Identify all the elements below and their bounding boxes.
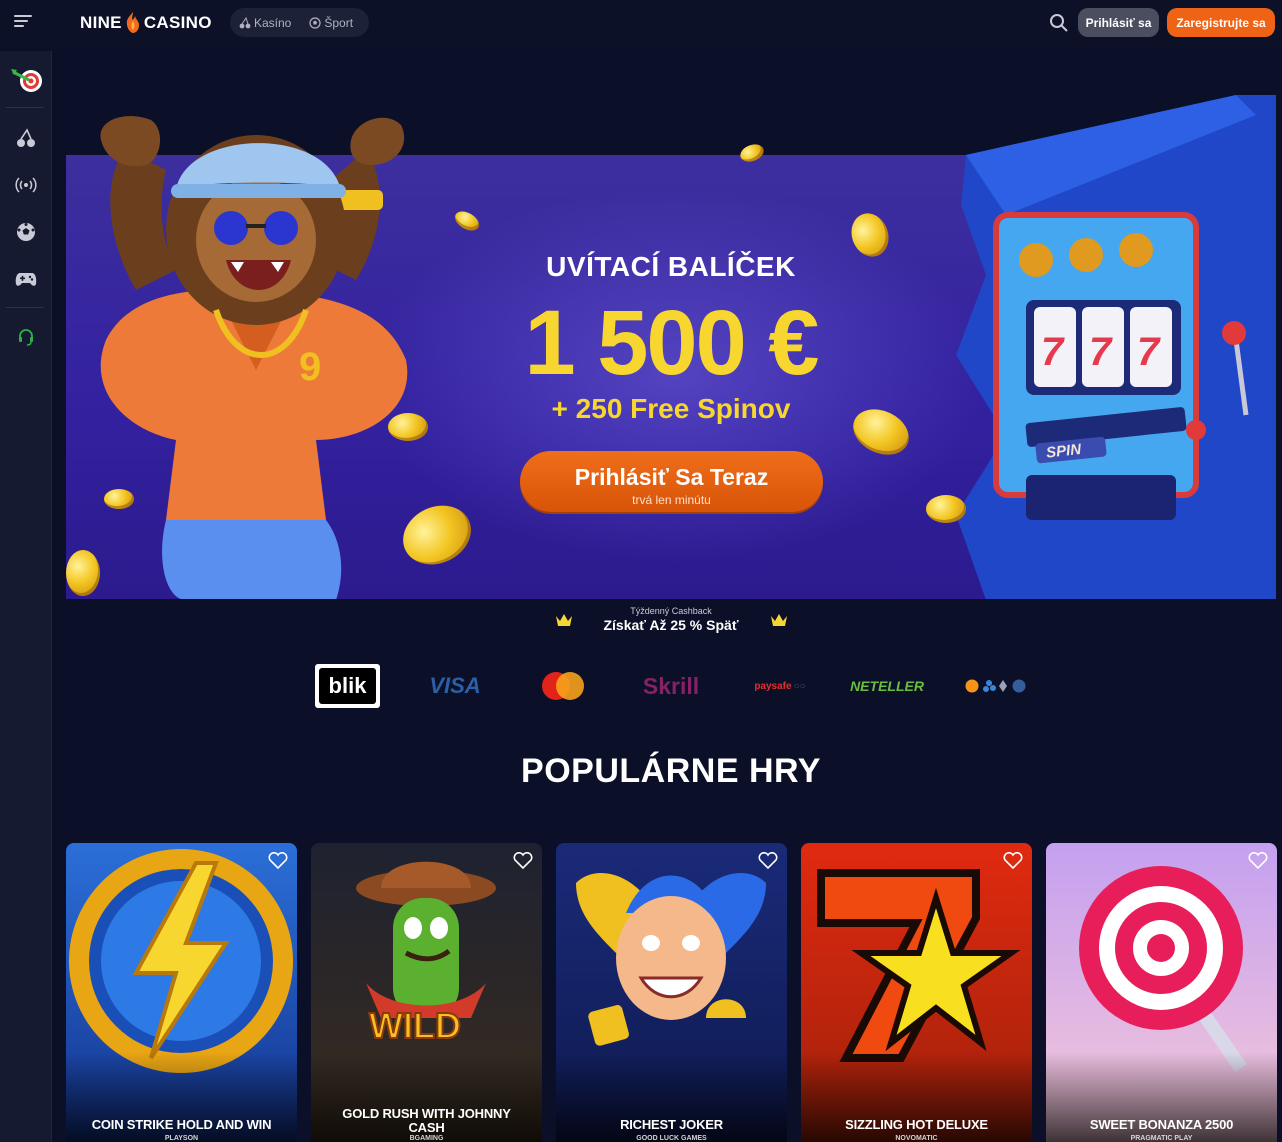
hamburger-menu-icon[interactable] bbox=[14, 15, 32, 29]
soccer-ball-icon bbox=[309, 16, 321, 29]
game-provider: GOOD LUCK GAMES bbox=[636, 1135, 707, 1142]
lion-flame-logo-icon bbox=[126, 12, 139, 33]
welcome-banner[interactable]: 9 7 7 7 SPIN UVÍTACÍ BALÍČEK 1 500 € + 2… bbox=[66, 95, 1276, 600]
free-spins-text: + 250 Free Spinov bbox=[551, 393, 791, 424]
game-title: SWEET BONANZA 2500 bbox=[1089, 1117, 1234, 1132]
sidebar-item-promotions[interactable] bbox=[0, 63, 52, 97]
game-card-coin-strike[interactable]: COIN STRIKE HOLD AND WIN PLAYSON bbox=[66, 843, 297, 1142]
payment-paysafecard-logo: paysafe ○○ bbox=[754, 680, 806, 692]
popular-games-heading: POPULÁRNE HRY bbox=[521, 752, 821, 790]
nav-casino-label: Kasíno bbox=[254, 15, 292, 30]
svg-text:WILD: WILD bbox=[369, 1005, 461, 1046]
nav-casino[interactable]: Kasíno bbox=[239, 16, 291, 30]
cashback-promo[interactable]: Týždenný Cashback Získať Až 25 % Späť bbox=[66, 599, 1276, 639]
main-nav: Kasíno Šport bbox=[230, 8, 369, 37]
logo-text-nine: NINE bbox=[80, 13, 122, 32]
cashback-title: Získať Až 25 % Späť bbox=[603, 617, 739, 633]
game-card-gold-rush[interactable]: WILD GOLD RUSH WITH JOHNNY CASH BGAMING bbox=[311, 843, 542, 1142]
bonus-amount: 1 500 € bbox=[524, 292, 820, 394]
soccer-ball-icon bbox=[17, 223, 35, 241]
payment-mastercard-logo bbox=[540, 664, 586, 708]
nav-sport[interactable]: Šport bbox=[309, 16, 353, 30]
sidebar-item-games[interactable] bbox=[0, 266, 52, 292]
game-provider: PLAYSON bbox=[164, 1135, 199, 1142]
favorite-heart-icon[interactable] bbox=[1003, 852, 1023, 870]
top-header: NINE CASINO Kasíno Šport Prihlásiť sa Za… bbox=[0, 0, 1282, 48]
logo-text-casino: CASINO bbox=[143, 13, 212, 32]
game-art-lollipop bbox=[1079, 866, 1247, 1072]
payment-skrill-logo: Skrill bbox=[642, 672, 700, 699]
cashback-caption: Týždenný Cashback bbox=[630, 606, 712, 616]
live-broadcast-icon bbox=[15, 177, 37, 193]
game-art-cactus-cowboy: WILD bbox=[356, 861, 496, 1047]
sidebar-item-casino[interactable] bbox=[0, 125, 52, 151]
game-provider: BGAMING bbox=[409, 1135, 444, 1142]
banner-cta-label: Prihlásiť Sa Teraz bbox=[574, 463, 769, 490]
payment-neteller-logo: NETELLER bbox=[850, 678, 924, 694]
game-card-sweet-bonanza[interactable]: SWEET BONANZA 2500 PRAGMATIC PLAY bbox=[1046, 843, 1277, 1142]
nav-sport-label: Šport bbox=[324, 15, 354, 30]
game-art-seven-star bbox=[817, 869, 1021, 1062]
dart-target-icon bbox=[11, 69, 42, 92]
login-button[interactable]: Prihlásiť sa bbox=[1078, 8, 1159, 37]
favorite-heart-icon[interactable] bbox=[758, 852, 778, 870]
search-icon[interactable] bbox=[1049, 13, 1069, 33]
cherry-icon bbox=[239, 16, 251, 28]
game-art-joker bbox=[576, 873, 766, 1046]
register-button[interactable]: Zaregistrujte sa bbox=[1167, 8, 1275, 37]
banner-login-button[interactable]: Prihlásiť Sa Teraz trvá len minútu bbox=[520, 451, 823, 512]
favorite-heart-icon[interactable] bbox=[268, 852, 288, 870]
crypto-coins-icon bbox=[965, 679, 1026, 693]
payment-visa-logo: VISA bbox=[429, 673, 481, 698]
game-art-lightning-coin bbox=[69, 849, 293, 1073]
sidebar-item-sport[interactable] bbox=[0, 219, 52, 245]
game-title: COIN STRIKE HOLD AND WIN bbox=[91, 1117, 272, 1132]
game-title: GOLD RUSH WITH JOHNNY CASH bbox=[342, 1106, 511, 1135]
favorite-heart-icon[interactable] bbox=[1248, 852, 1268, 870]
left-sidebar bbox=[0, 51, 52, 1142]
game-title: SIZZLING HOT DELUXE bbox=[845, 1117, 988, 1132]
banner-cta-sublabel: trvá len minútu bbox=[632, 492, 711, 507]
game-title: RICHEST JOKER bbox=[620, 1117, 723, 1132]
payment-crypto-logos bbox=[964, 664, 1028, 708]
cherry-icon bbox=[17, 128, 35, 147]
game-card-sizzling-hot[interactable]: SIZZLING HOT DELUXE NOVOMATIC bbox=[801, 843, 1032, 1142]
site-logo[interactable]: NINE CASINO bbox=[80, 11, 212, 35]
support-headset-icon bbox=[19, 329, 33, 346]
game-provider: NOVOMATIC bbox=[895, 1135, 938, 1142]
banner-subtitle: UVÍTACÍ BALÍČEK bbox=[546, 251, 796, 282]
crown-icon bbox=[771, 614, 787, 626]
sidebar-item-support[interactable] bbox=[0, 324, 52, 350]
game-provider: PRAGMATIC PLAY bbox=[1130, 1135, 1193, 1142]
favorite-heart-icon[interactable] bbox=[513, 852, 533, 870]
payment-blik-logo: blik bbox=[315, 664, 380, 708]
gamepad-icon bbox=[15, 273, 37, 286]
game-card-richest-joker[interactable]: RICHEST JOKER GOOD LUCK GAMES bbox=[556, 843, 787, 1142]
sidebar-item-live[interactable] bbox=[0, 172, 52, 198]
